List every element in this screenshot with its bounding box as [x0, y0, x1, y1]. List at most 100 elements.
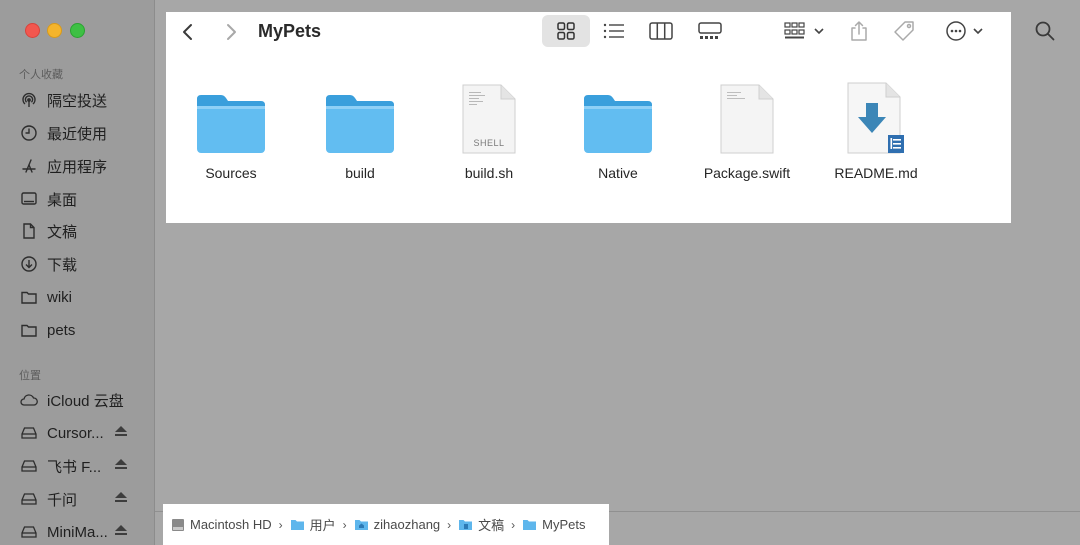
window-title: MyPets	[258, 21, 322, 41]
sidebar-item-label: 桌面	[47, 191, 78, 209]
sidebar-item-label: 隔空投送	[47, 92, 108, 110]
markdown-file-icon	[811, 75, 941, 155]
drive-icon	[19, 490, 39, 508]
more-actions-button[interactable]	[940, 15, 988, 47]
eject-icon[interactable]	[115, 492, 127, 502]
path-separator: ›	[447, 517, 452, 532]
sidebar-item-documents[interactable]: 文稿	[19, 218, 149, 244]
favorites-section-title: 个人收藏	[19, 69, 63, 81]
sidebar-item-label: pets	[47, 321, 76, 339]
file-item-build-sh[interactable]: SHELL build.sh	[424, 75, 554, 181]
shell-script-icon: SHELL	[424, 75, 554, 155]
clock-icon	[19, 124, 39, 142]
locations-section-title: 位置	[19, 370, 41, 382]
path-separator: ›	[342, 517, 347, 532]
sidebar-item-label: wiki	[47, 288, 72, 306]
file-name: Package.swift	[703, 165, 791, 181]
gallery-icon	[698, 22, 722, 39]
file-item-build[interactable]: build	[295, 75, 425, 181]
file-name: Native	[598, 165, 638, 181]
sidebar-item-label: 飞书 F...	[47, 458, 102, 476]
eject-icon[interactable]	[115, 525, 127, 535]
path-item-documents[interactable]: 文稿	[458, 515, 504, 534]
hard-drive-icon	[172, 518, 184, 531]
path-item-home[interactable]: zihaozhang	[354, 517, 440, 532]
file-name: build	[345, 165, 375, 181]
sidebar-item-label: 千问	[47, 491, 78, 509]
share-button[interactable]	[846, 15, 872, 47]
share-icon	[851, 21, 867, 41]
folder-icon	[290, 520, 304, 530]
drive-icon	[19, 424, 39, 442]
applications-icon	[19, 157, 39, 175]
sidebar-item-airdrop[interactable]: 隔空投送	[19, 87, 149, 113]
eject-icon[interactable]	[115, 426, 127, 436]
drive-icon	[19, 457, 39, 475]
path-bar: Macintosh HD › 用户 › zihaozhang › 文稿 › My…	[163, 504, 609, 545]
file-item-package-swift[interactable]: Package.swift	[682, 75, 812, 181]
eject-icon[interactable]	[115, 459, 127, 469]
path-separator: ›	[511, 517, 516, 532]
ellipsis-circle-icon	[946, 21, 966, 41]
column-view-button[interactable]	[648, 15, 674, 47]
path-item-macintosh-hd[interactable]: Macintosh HD	[171, 517, 272, 532]
minimize-window-button[interactable]	[47, 23, 62, 38]
file-item-native[interactable]: Native	[553, 75, 683, 181]
forward-button[interactable]	[221, 22, 241, 42]
sidebar-item-recents[interactable]: 最近使用	[19, 120, 149, 146]
sidebar-item-label: iCloud 云盘	[47, 392, 124, 410]
tag-button[interactable]	[890, 15, 918, 47]
sidebar-item-qianwen[interactable]: 千问	[19, 486, 149, 512]
icon-view-button[interactable]	[542, 15, 590, 47]
sidebar-item-applications[interactable]: 应用程序	[19, 153, 149, 179]
sidebar-item-desktop[interactable]: 桌面	[19, 186, 149, 212]
sidebar-item-wiki[interactable]: wiki	[19, 284, 149, 310]
path-item-mypets[interactable]: MyPets	[522, 517, 586, 532]
airdrop-icon	[19, 91, 39, 109]
maximize-window-button[interactable]	[70, 23, 85, 38]
drive-icon	[19, 523, 39, 541]
sidebar-item-label: MiniMa...	[47, 523, 108, 541]
columns-icon	[649, 22, 673, 40]
sidebar-item-icloud[interactable]: iCloud 云盘	[19, 387, 149, 413]
sidebar-item-label: 最近使用	[47, 125, 108, 143]
sidebar-item-label: 文稿	[47, 223, 78, 241]
documents-folder-icon	[459, 520, 473, 530]
close-window-button[interactable]	[25, 23, 40, 38]
group-icon	[784, 22, 805, 39]
shell-badge: SHELL	[473, 138, 505, 148]
swift-file-icon	[682, 75, 812, 155]
folder-icon	[295, 75, 425, 155]
desktop-icon	[19, 190, 39, 208]
sidebar-item-label: 应用程序	[47, 158, 108, 176]
path-item-users[interactable]: 用户	[290, 515, 336, 534]
sidebar-item-cursor[interactable]: Cursor...	[19, 420, 149, 446]
folder-icon	[523, 520, 537, 530]
gallery-view-button[interactable]	[696, 15, 724, 47]
folder-icon	[19, 321, 39, 339]
folder-icon	[19, 288, 39, 306]
file-name: build.sh	[464, 165, 514, 181]
sidebar-item-pets[interactable]: pets	[19, 317, 149, 343]
group-by-button[interactable]	[780, 15, 828, 47]
chevron-down-icon	[973, 28, 983, 35]
sidebar-item-feishu[interactable]: 飞书 F...	[19, 453, 149, 479]
sidebar-item-downloads[interactable]: 下载	[19, 251, 149, 277]
file-item-readme[interactable]: README.md	[811, 75, 941, 181]
file-item-sources[interactable]: Sources	[166, 75, 296, 181]
download-icon	[19, 255, 39, 273]
cloud-icon	[19, 391, 39, 409]
finder-window: MyPets Sources build SHELL build.sh Nati…	[166, 12, 1011, 223]
search-icon[interactable]	[1034, 20, 1056, 47]
folder-icon	[553, 75, 683, 155]
sidebar-item-minimax[interactable]: MiniMa...	[19, 519, 149, 545]
sidebar-item-label: Cursor...	[47, 424, 104, 442]
list-view-button[interactable]	[601, 15, 627, 47]
back-button[interactable]	[178, 22, 198, 42]
file-name: Sources	[205, 165, 257, 181]
home-folder-icon	[354, 520, 368, 530]
folder-icon	[166, 75, 296, 155]
file-name: README.md	[834, 165, 918, 181]
grid-icon	[557, 22, 575, 40]
document-icon	[19, 222, 39, 240]
